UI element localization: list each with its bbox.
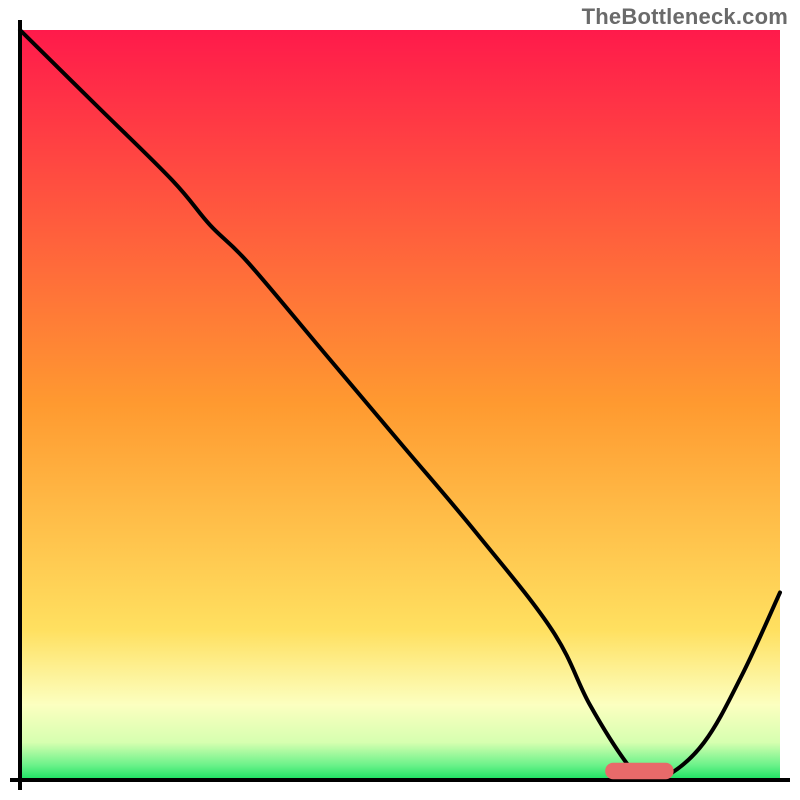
watermark-text: TheBottleneck.com [582, 4, 788, 30]
chart-container: { "watermark": "TheBottleneck.com", "col… [0, 0, 800, 800]
bottleneck-chart [0, 0, 800, 800]
target-range-marker [605, 763, 673, 780]
